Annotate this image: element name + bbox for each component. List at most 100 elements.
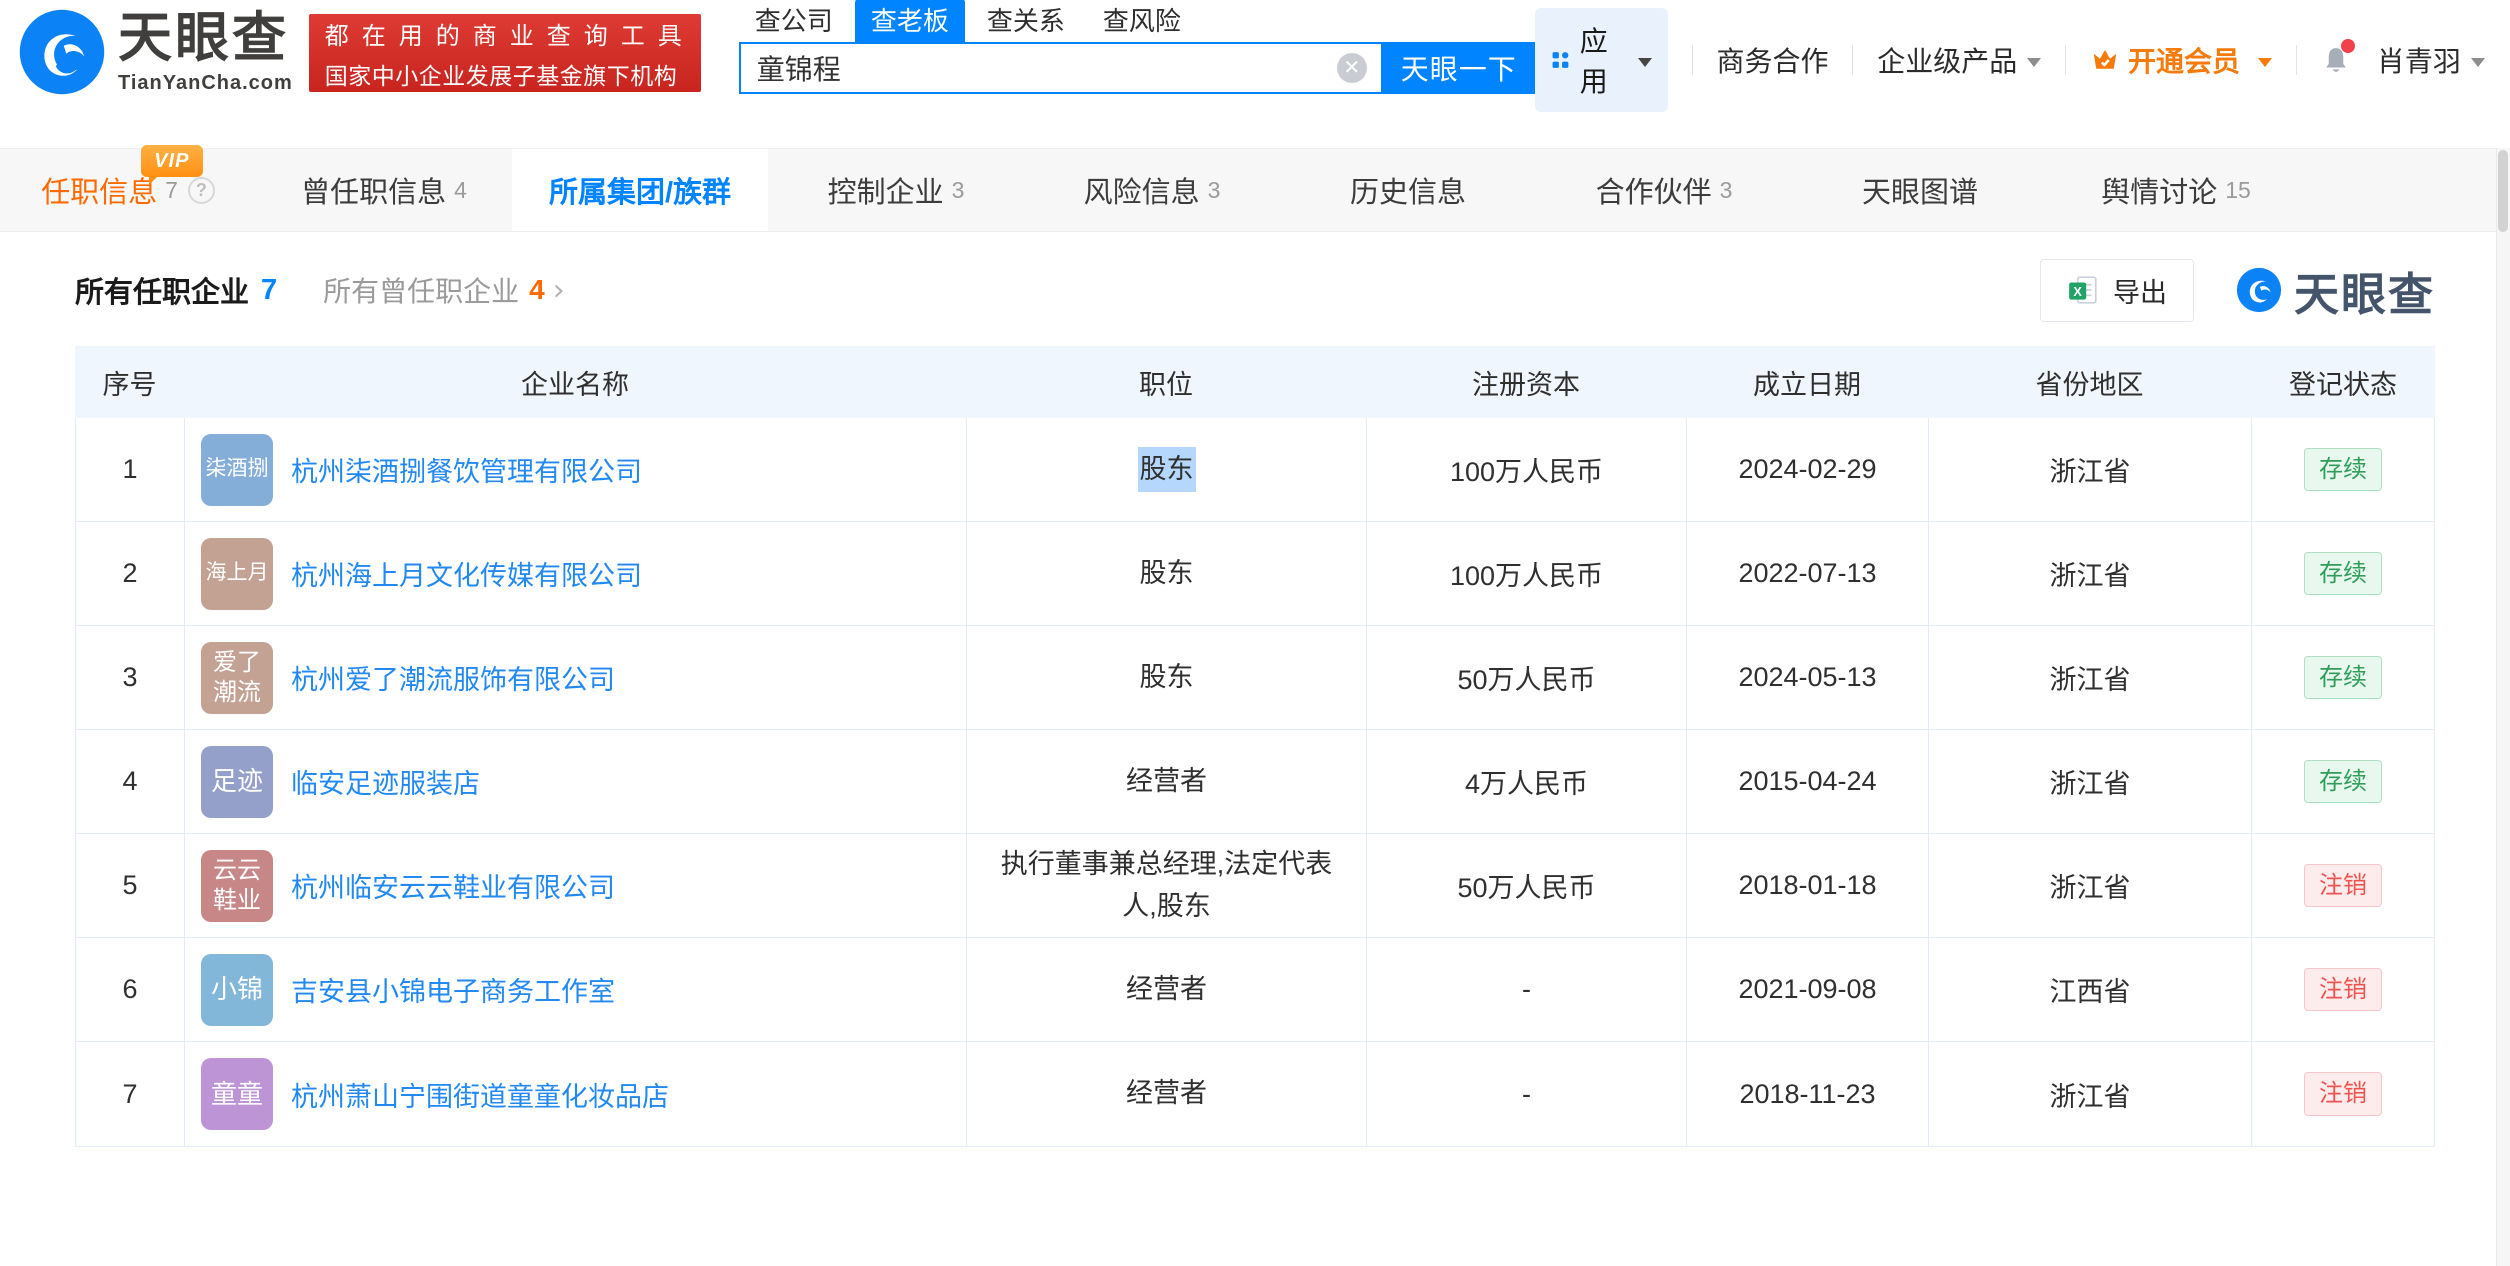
status-badge: 注销	[2304, 1072, 2382, 1116]
tab-2[interactable]: 曾任职信息 4	[256, 149, 512, 231]
former-positions-link[interactable]: 所有曾任职企业 4 ›	[323, 270, 565, 310]
tab-count: 3	[1207, 176, 1221, 203]
status-badge: 注销	[2304, 863, 2382, 908]
province-cell: 浙江省	[1929, 1042, 2252, 1146]
search-input[interactable]	[740, 52, 1337, 84]
search-type-tab-1[interactable]: 查公司	[739, 0, 849, 42]
chevron-down-icon	[2258, 57, 2273, 67]
tab-label: 合作伙伴	[1595, 177, 1712, 209]
position-cell: 经营者	[967, 938, 1367, 1041]
search-button[interactable]: 天眼一下	[1382, 42, 1535, 94]
notifications-bell[interactable]	[2321, 39, 2355, 75]
tab-count: 4	[454, 176, 467, 203]
section-title-count: 7	[261, 273, 278, 306]
crown-icon	[2093, 50, 2117, 69]
table-row: 7 童童 杭州萧山宁围街道童童化妆品店 经营者 - 2018-11-23 浙江省…	[76, 1042, 2434, 1146]
company-link[interactable]: 杭州柒酒捌餐饮管理有限公司	[291, 450, 642, 489]
nav-open-vip[interactable]: 开通会员	[2090, 40, 2273, 80]
excel-icon: X	[2069, 276, 2097, 304]
apps-menu[interactable]: 应用	[1534, 8, 1668, 112]
position-cell: 经营者	[967, 1042, 1367, 1146]
tab-label: 风险信息	[1083, 177, 1200, 209]
page-tabs: VIP 任职信息 7? 曾任职信息 4 所属集团/族群 控制企业 3 风险信息 3 历史信息 合作伙伴…	[0, 145, 2510, 232]
tab-label: 任职信息	[41, 177, 158, 209]
date-cell: 2024-02-29	[1687, 418, 1929, 521]
tianyancha-logo[interactable]: 天眼查 TianYanCha.com	[18, 8, 293, 96]
status-badge: 存续	[2304, 447, 2382, 492]
company-link[interactable]: 杭州萧山宁围街道童童化妆品店	[291, 1075, 669, 1114]
status-cell: 存续	[2252, 730, 2434, 833]
scrollbar-thumb[interactable]	[2498, 150, 2508, 232]
company-link[interactable]: 临安足迹服装店	[291, 762, 480, 801]
scrollbar-track[interactable]	[2496, 148, 2510, 1266]
status-cell: 注销	[2252, 1042, 2434, 1146]
column-header: 成立日期	[1753, 369, 1861, 400]
company-cell: 小锦 吉安县小锦电子商务工作室	[185, 938, 967, 1041]
brand-name: 天眼查	[118, 8, 289, 68]
tab-1[interactable]: VIP 任职信息 7?	[0, 145, 256, 231]
company-logo: 小锦	[201, 953, 273, 1026]
help-icon[interactable]: ?	[187, 176, 215, 204]
status-cell: 注销	[2252, 938, 2434, 1041]
company-cell: 足迹 临安足迹服装店	[185, 730, 967, 833]
export-button[interactable]: X 导出	[2039, 258, 2194, 322]
table-row: 6 小锦 吉安县小锦电子商务工作室 经营者 - 2021-09-08 江西省 注…	[76, 938, 2434, 1042]
nav-business-coop[interactable]: 商务合作	[1716, 40, 1828, 80]
tab-count: 7	[165, 176, 178, 203]
company-link[interactable]: 杭州海上月文化传媒有限公司	[291, 554, 642, 593]
column-header: 企业名称	[521, 369, 629, 400]
tab-label: 曾任职信息	[301, 177, 447, 209]
tab-label: 历史信息	[1349, 177, 1466, 209]
top-header: 天眼查 TianYanCha.com 都在用的商业查询工具 国家中小企业发展子基…	[0, 0, 2510, 112]
status-cell: 注销	[2252, 834, 2434, 937]
tab-9[interactable]: 舆情讨论 15	[2048, 149, 2304, 231]
search-type-tab-2[interactable]: 查老板	[854, 0, 965, 42]
chevron-down-icon	[2027, 57, 2042, 67]
company-logo: 童童	[201, 1058, 273, 1130]
row-index-cell: 3	[76, 626, 185, 729]
tab-3[interactable]: 所属集团/族群	[512, 149, 768, 231]
tab-count: 3	[951, 176, 965, 203]
tianyancha-eye-icon	[2236, 267, 2282, 313]
search-type-tabs: 查公司 查老板 查关系 查风险	[739, 0, 1535, 42]
row-index-cell: 6	[76, 938, 185, 1041]
company-link[interactable]: 杭州临安云云鞋业有限公司	[291, 866, 615, 905]
row-index-cell: 4	[76, 730, 185, 833]
tab-6[interactable]: 历史信息	[1280, 149, 1536, 231]
tab-label: 所属集团/族群	[548, 177, 732, 209]
search-type-tab-4[interactable]: 查风险	[1087, 0, 1197, 42]
company-link[interactable]: 吉安县小锦电子商务工作室	[291, 970, 615, 1009]
main-content: 所有任职企业 7 所有曾任职企业 4 › X 导出 天眼查 序号 企业名称 职位…	[0, 248, 2510, 1147]
capital-cell: 4万人民币	[1367, 730, 1687, 833]
province-cell: 浙江省	[1929, 730, 2252, 833]
section-title: 所有任职企业	[75, 277, 250, 309]
company-cell: 童童 杭州萧山宁围街道童童化妆品店	[185, 1042, 967, 1146]
province-cell: 浙江省	[1929, 834, 2252, 937]
tab-5[interactable]: 风险信息 3	[1024, 149, 1280, 231]
watermark-logo: 天眼查	[2236, 258, 2435, 323]
table-header: 序号 企业名称 职位 注册资本 成立日期 省份地区 登记状态	[75, 346, 2435, 418]
nav-enterprise-products[interactable]: 企业级产品	[1877, 40, 2042, 80]
section-header: 所有任职企业 7 所有曾任职企业 4 › X 导出 天眼查	[75, 248, 2435, 332]
company-cell: 云云鞋业 杭州临安云云鞋业有限公司	[185, 834, 967, 937]
apps-label: 应用	[1579, 26, 1608, 97]
tab-label: 舆情讨论	[2101, 177, 2218, 209]
province-cell: 浙江省	[1929, 418, 2252, 521]
chevron-down-icon	[2470, 57, 2485, 67]
divider	[2296, 45, 2297, 75]
company-cell: 海上月 杭州海上月文化传媒有限公司	[185, 522, 967, 625]
search-type-tab-3[interactable]: 查关系	[971, 0, 1081, 42]
user-menu[interactable]: 肖青羽	[2377, 40, 2485, 80]
clear-search-icon[interactable]: ✕	[1336, 53, 1367, 83]
company-link[interactable]: 杭州爱了潮流服饰有限公司	[291, 658, 615, 697]
capital-cell: -	[1367, 1042, 1687, 1146]
tab-7[interactable]: 合作伙伴 3	[1536, 149, 1792, 231]
tab-4[interactable]: 控制企业 3	[768, 149, 1024, 231]
column-header: 登记状态	[2289, 369, 2397, 400]
enterprise-label: 企业级产品	[1877, 46, 2018, 77]
tab-8[interactable]: 天眼图谱	[1792, 149, 2048, 231]
vip-label: 开通会员	[2128, 46, 2241, 77]
promo-line2: 国家中小企业发展子基金旗下机构	[324, 62, 678, 89]
date-cell: 2022-07-13	[1687, 522, 1929, 625]
column-header: 注册资本	[1472, 369, 1580, 400]
